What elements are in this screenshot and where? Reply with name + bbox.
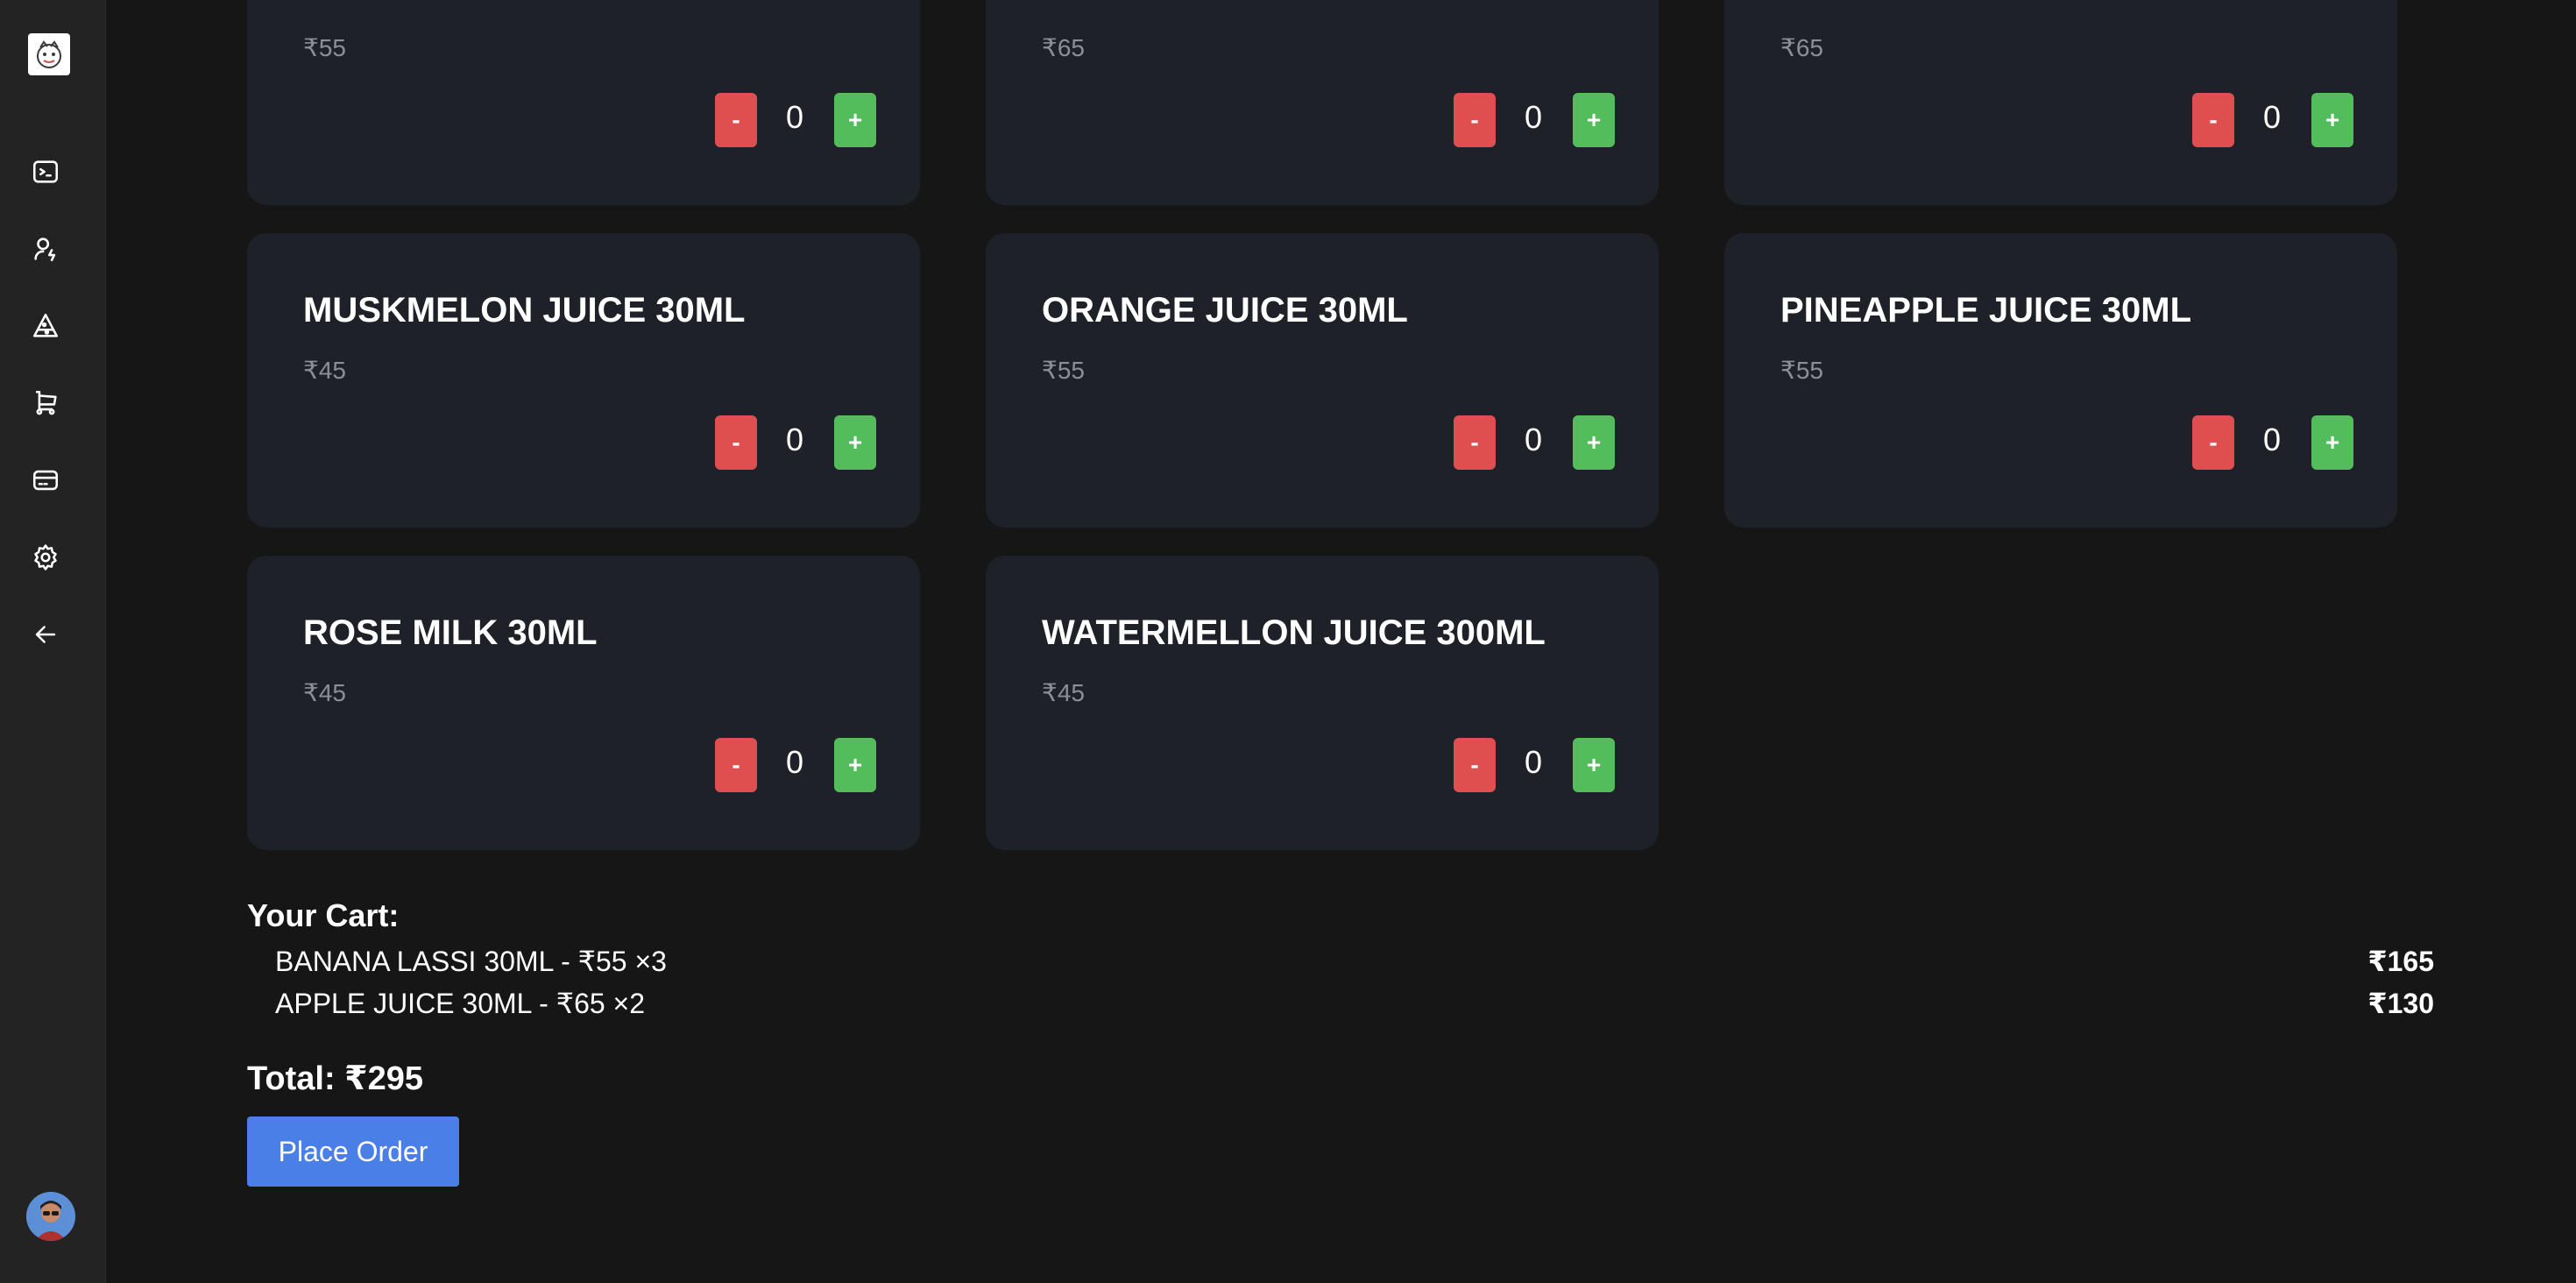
- decrease-quantity-button[interactable]: -: [1454, 93, 1496, 147]
- product-card: ORANGE JUICE 30ML ₹55 - 0 +: [986, 233, 1659, 528]
- quantity-value: 0: [2262, 99, 2282, 135]
- quantity-value: 0: [2262, 422, 2282, 457]
- product-card: MANGO JUICE 30ML ₹55 - 0 +: [247, 0, 920, 205]
- product-name: WATERMELLON JUICE 300ML: [1042, 613, 1546, 652]
- product-price: ₹55: [303, 34, 346, 61]
- product-price: ₹65: [1780, 34, 1823, 61]
- product-name: MANGO JUICE 30ML: [303, 0, 650, 8]
- settings-icon[interactable]: [28, 540, 63, 575]
- increase-quantity-button[interactable]: +: [2311, 93, 2353, 147]
- product-card: MUSKMELON JUICE 30ML ₹45 - 0 +: [247, 233, 920, 528]
- decrease-quantity-button[interactable]: -: [1454, 415, 1496, 470]
- increase-quantity-button[interactable]: +: [834, 93, 876, 147]
- cart-item-label: BANANA LASSI 30ML - ₹55 ×3: [275, 946, 667, 977]
- product-name: ORANGE JUICE 30ML: [1042, 291, 1408, 330]
- terminal-icon[interactable]: [28, 154, 63, 189]
- increase-quantity-button[interactable]: +: [1573, 415, 1615, 470]
- product-name: MUSKMELON JUICE 30ML: [303, 291, 746, 330]
- app-logo[interactable]: [28, 33, 70, 75]
- place-order-button[interactable]: Place Order: [247, 1116, 459, 1187]
- product-name: PINEAPPLE JUICE 30ML: [1780, 291, 2192, 330]
- quantity-value: 0: [1524, 422, 1543, 457]
- user-bolt-icon[interactable]: [28, 231, 63, 266]
- cart-title: Your Cart:: [247, 897, 400, 933]
- decrease-quantity-button[interactable]: -: [715, 415, 757, 470]
- increase-quantity-button[interactable]: +: [2311, 415, 2353, 470]
- quantity-value: 0: [785, 99, 804, 135]
- product-price: ₹55: [1780, 357, 1823, 384]
- decrease-quantity-button[interactable]: -: [715, 93, 757, 147]
- sidebar: [0, 0, 106, 1283]
- increase-quantity-button[interactable]: +: [1573, 738, 1615, 792]
- product-price: ₹55: [1042, 357, 1085, 384]
- cart-item-amount: ₹130: [2367, 988, 2434, 1019]
- quantity-value: 0: [1524, 744, 1543, 780]
- decrease-quantity-button[interactable]: -: [2192, 93, 2234, 147]
- product-card: MANGO LASSI 30ML ₹65 - 0 +: [986, 0, 1659, 205]
- product-name: MANGO MILKSHAKE: [1780, 0, 2133, 8]
- cart-total: Total: ₹295: [247, 1060, 424, 1097]
- decrease-quantity-button[interactable]: -: [1454, 738, 1496, 792]
- cart-item-label: APPLE JUICE 30ML - ₹65 ×2: [275, 988, 646, 1019]
- increase-quantity-button[interactable]: +: [1573, 93, 1615, 147]
- product-name: MANGO LASSI 30ML: [1042, 0, 1389, 8]
- decrease-quantity-button[interactable]: -: [2192, 415, 2234, 470]
- pizza-slice-icon[interactable]: [28, 308, 63, 344]
- logo-icon: [37, 40, 61, 68]
- product-card: PINEAPPLE JUICE 30ML ₹55 - 0 +: [1724, 233, 2397, 528]
- cart-item-amount: ₹165: [2367, 946, 2434, 977]
- avatar[interactable]: [26, 1192, 75, 1241]
- back-arrow-icon[interactable]: [28, 617, 63, 652]
- product-price: ₹45: [1042, 679, 1085, 706]
- quantity-value: 0: [1524, 99, 1543, 135]
- cart-icon[interactable]: [28, 386, 63, 421]
- product-card: ROSE MILK 30ML ₹45 - 0 +: [247, 556, 920, 850]
- product-price: ₹45: [303, 357, 346, 384]
- product-price: ₹45: [303, 679, 346, 706]
- product-price: ₹65: [1042, 34, 1085, 61]
- product-card: MANGO MILKSHAKE ₹65 - 0 +: [1724, 0, 2397, 205]
- increase-quantity-button[interactable]: +: [834, 738, 876, 792]
- decrease-quantity-button[interactable]: -: [715, 738, 757, 792]
- user-avatar-icon: [26, 1192, 75, 1241]
- increase-quantity-button[interactable]: +: [834, 415, 876, 470]
- product-card: WATERMELLON JUICE 300ML ₹45 - 0 +: [986, 556, 1659, 850]
- quantity-value: 0: [785, 744, 804, 780]
- credit-card-icon[interactable]: [28, 463, 63, 498]
- product-name: ROSE MILK 30ML: [303, 613, 598, 652]
- quantity-value: 0: [785, 422, 804, 457]
